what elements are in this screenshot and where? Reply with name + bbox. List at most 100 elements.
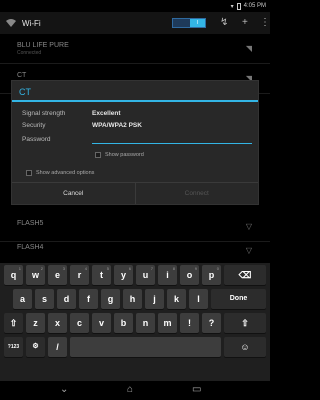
wps-icon[interactable]: ↯: [220, 18, 228, 28]
key-hint: 6: [128, 266, 131, 271]
emoji-key[interactable]: ☺: [224, 337, 266, 357]
key-i[interactable]: i8: [158, 265, 177, 285]
action-bar: Wi-Fi I ↯ + ⋮: [0, 12, 270, 34]
password-input-underline[interactable]: [92, 143, 252, 144]
show-password-checkbox[interactable]: [95, 152, 101, 158]
key-s[interactable]: s: [35, 289, 54, 309]
network-name: FLASH4: [17, 244, 44, 251]
key-label: w: [31, 270, 39, 280]
key-e[interactable]: e3: [48, 265, 67, 285]
key-g[interactable]: g: [101, 289, 120, 309]
cancel-button[interactable]: Cancel: [12, 183, 135, 204]
password-label: Password: [22, 136, 51, 143]
key-label: i: [166, 270, 169, 280]
backspace-icon: ⌫: [238, 270, 252, 280]
network-name: BLU LIFE PURE: [17, 42, 69, 49]
security-value: WPA/WPA2 PSK: [92, 122, 142, 129]
key-label: p: [208, 270, 215, 280]
key-w[interactable]: w2: [26, 265, 45, 285]
page-title: Wi-Fi: [22, 18, 41, 28]
key-label: q: [10, 270, 17, 280]
key-y[interactable]: y6: [114, 265, 133, 285]
network-status: Connected: [17, 50, 42, 56]
back-icon[interactable]: ⌄: [60, 385, 68, 395]
key-p[interactable]: p0: [202, 265, 221, 285]
key-z[interactable]: z: [26, 313, 45, 333]
key-label: u: [142, 270, 149, 280]
done-key[interactable]: Done: [211, 289, 266, 309]
key-hint: 0: [216, 266, 219, 271]
key-label: t: [100, 270, 103, 280]
add-icon[interactable]: +: [242, 18, 248, 28]
network-name: FLASH5: [17, 220, 44, 227]
key-j[interactable]: j: [145, 289, 164, 309]
advanced-options-checkbox[interactable]: [26, 170, 32, 176]
key-hint: 7: [150, 266, 153, 271]
key-x[interactable]: x: [48, 313, 67, 333]
key-slash[interactable]: /: [48, 337, 67, 357]
key-k[interactable]: k: [167, 289, 186, 309]
recents-icon[interactable]: ▭: [192, 385, 201, 395]
space-bar[interactable]: [70, 337, 221, 357]
wifi-signal-icon: ◥: [245, 44, 252, 53]
navigation-bar: ⌄ ⌂ ▭: [0, 381, 270, 400]
signal-strength-label: Signal strength: [22, 110, 66, 117]
key-b[interactable]: b: [114, 313, 133, 333]
key-u[interactable]: u7: [136, 265, 155, 285]
dialog-title: CT: [12, 81, 258, 102]
backspace-key[interactable]: ⌫: [224, 265, 266, 285]
key-hint: 4: [84, 266, 87, 271]
key-label: o: [186, 270, 193, 280]
wifi-icon: [6, 19, 16, 27]
key-question[interactable]: ?: [202, 313, 221, 333]
key-hint: 5: [106, 266, 109, 271]
key-o[interactable]: o9: [180, 265, 199, 285]
shift-icon: ⇧: [9, 318, 18, 328]
key-label: e: [54, 270, 60, 280]
key-label: y: [120, 270, 126, 280]
wifi-signal-icon: ▽: [245, 222, 252, 231]
home-icon[interactable]: ⌂: [127, 385, 133, 395]
connect-button[interactable]: Connect: [134, 183, 259, 204]
network-item[interactable]: FLASH4 ▽: [0, 236, 270, 266]
status-bar: ▾ 4:05 PM: [0, 0, 270, 12]
overflow-menu-icon[interactable]: ⋮: [260, 18, 270, 28]
key-l[interactable]: l: [189, 289, 208, 309]
key-hint: 9: [194, 266, 197, 271]
keyboard: q1 w2 e3 r4 t5 y6 u7 i8 o9 p0 ⌫ a s d f …: [0, 263, 270, 381]
network-item[interactable]: BLU LIFE PURE Connected ◥: [0, 34, 270, 64]
shift-key-right[interactable]: ⇧: [224, 313, 266, 333]
clock: 4:05 PM: [243, 3, 266, 9]
key-v[interactable]: v: [92, 313, 111, 333]
key-m[interactable]: m: [158, 313, 177, 333]
battery-icon: [236, 2, 241, 10]
key-exclamation[interactable]: !: [180, 313, 199, 333]
key-label: r: [77, 270, 82, 280]
wifi-toggle[interactable]: I: [172, 18, 206, 28]
key-t[interactable]: t5: [92, 265, 111, 285]
key-a[interactable]: a: [13, 289, 32, 309]
signal-strength-value: Excellent: [92, 110, 121, 117]
wifi-status-icon: ▾: [230, 3, 234, 10]
wifi-signal-icon: ▽: [245, 246, 252, 255]
key-n[interactable]: n: [136, 313, 155, 333]
show-password-label: Show password: [105, 152, 144, 158]
key-h[interactable]: h: [123, 289, 142, 309]
key-hint: 1: [18, 266, 21, 271]
symbols-key[interactable]: ?123: [4, 337, 23, 357]
dialog-buttons: Cancel Connect: [12, 182, 258, 204]
settings-key[interactable]: ⚙: [26, 337, 45, 357]
wifi-connect-dialog: CT Signal strength Excellent Security WP…: [11, 80, 259, 205]
toggle-on-thumb: I: [190, 19, 205, 27]
key-q[interactable]: q1: [4, 265, 23, 285]
key-hint: 2: [40, 266, 43, 271]
network-name: CT: [17, 72, 27, 79]
key-f[interactable]: f: [79, 289, 98, 309]
settings-icon: ⚙: [32, 343, 39, 350]
shift-key-left[interactable]: ⇧: [4, 313, 23, 333]
key-d[interactable]: d: [57, 289, 76, 309]
key-r[interactable]: r4: [70, 265, 89, 285]
advanced-options-label: Show advanced options: [36, 170, 95, 176]
security-label: Security: [22, 122, 46, 129]
key-c[interactable]: c: [70, 313, 89, 333]
